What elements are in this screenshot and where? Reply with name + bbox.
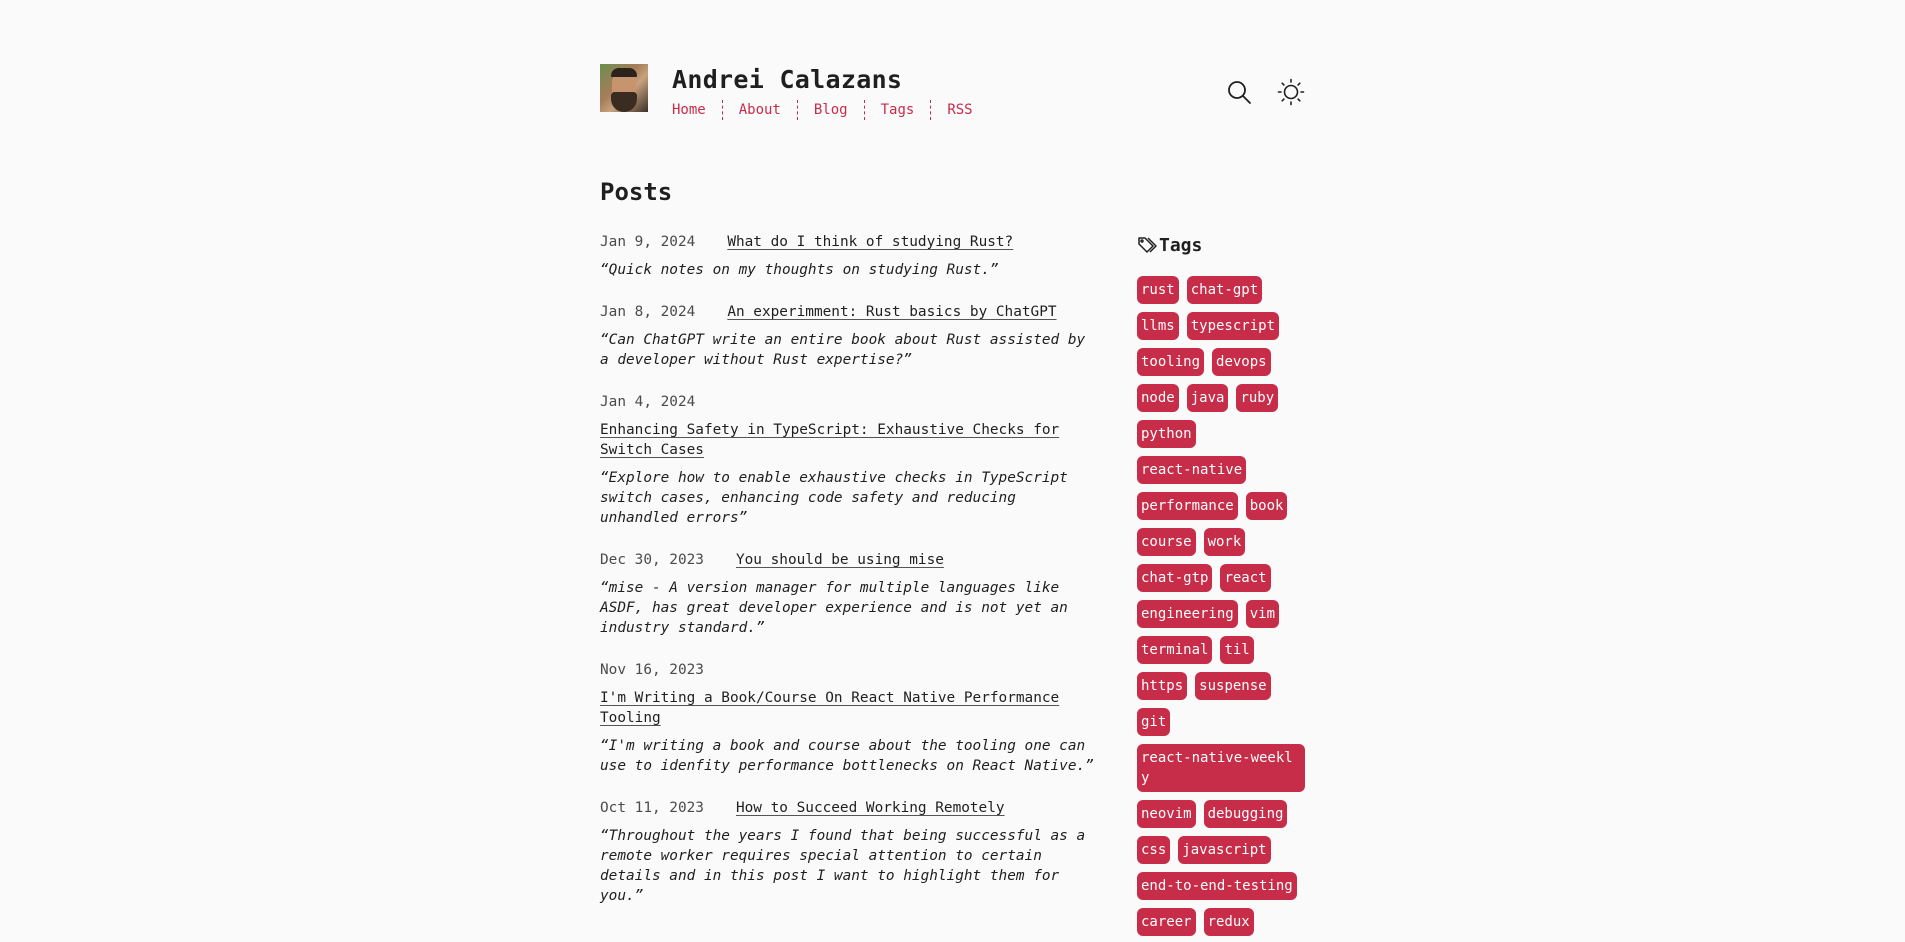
tag-link[interactable]: neovim bbox=[1137, 800, 1196, 828]
search-button[interactable] bbox=[1225, 78, 1253, 106]
tag-link[interactable]: python bbox=[1137, 420, 1196, 448]
posts-heading: Posts bbox=[600, 178, 673, 206]
tag-link[interactable]: https bbox=[1137, 672, 1188, 700]
post-description: “Throughout the years I found that being… bbox=[600, 828, 1086, 904]
post-title-link[interactable]: An experimment: Rust basics by ChatGPT bbox=[727, 304, 1056, 320]
tag-link[interactable]: suspense bbox=[1195, 672, 1271, 700]
tags-heading-label: Tags bbox=[1159, 234, 1203, 256]
tags-sidebar: Tags rust chat-gpt llms typescript tooli… bbox=[1137, 232, 1305, 936]
post-date: Oct 11, 2023 bbox=[600, 800, 704, 816]
posts-list: Jan 9, 2024 What do I think of studying R… bbox=[600, 232, 1100, 928]
post-description: “Explore how to enable exhaustive checks… bbox=[600, 470, 1068, 526]
tag-link[interactable]: terminal bbox=[1137, 636, 1213, 664]
tag-link[interactable]: chat-gpt bbox=[1186, 276, 1263, 304]
post-item: Nov 16, 2023 I'm Writing a Book/Course On… bbox=[600, 660, 1100, 776]
tag-link[interactable]: debugging bbox=[1203, 800, 1288, 828]
sun-icon bbox=[1277, 78, 1305, 106]
tag-link[interactable]: css bbox=[1137, 836, 1171, 864]
tag-link[interactable]: vim bbox=[1245, 600, 1280, 628]
site-title[interactable]: Andrei Calazans bbox=[672, 65, 902, 94]
tag-link[interactable]: redux bbox=[1203, 908, 1254, 936]
tag-link[interactable]: til bbox=[1220, 636, 1254, 664]
post-title-link[interactable]: How to Succeed Working Remotely bbox=[736, 800, 1005, 816]
tag-list: rust chat-gpt llms typescript tooling de… bbox=[1137, 276, 1305, 936]
search-icon bbox=[1228, 81, 1251, 104]
post-item: Jan 8, 2024 An experimment: Rust basics b… bbox=[600, 302, 1100, 370]
tag-link[interactable]: course bbox=[1137, 528, 1196, 556]
avatar[interactable] bbox=[600, 64, 648, 112]
post-date: Nov 16, 2023 bbox=[600, 662, 704, 678]
tag-link[interactable]: book bbox=[1245, 492, 1288, 520]
nav-tags[interactable]: Tags bbox=[863, 100, 931, 120]
nav-about[interactable]: About bbox=[721, 100, 797, 120]
header-actions bbox=[1225, 78, 1305, 106]
tag-link[interactable]: react-native bbox=[1137, 456, 1247, 484]
tag-link[interactable]: rust bbox=[1137, 276, 1179, 304]
post-description: “Quick notes on my thoughts on studying … bbox=[600, 262, 999, 278]
tag-link[interactable]: career bbox=[1137, 908, 1196, 936]
tag-link[interactable]: java bbox=[1186, 384, 1229, 412]
post-date: Jan 4, 2024 bbox=[600, 394, 696, 410]
site-header: Andrei Calazans Home About Blog Tags RSS bbox=[600, 64, 1305, 124]
post-title-link[interactable]: You should be using mise bbox=[736, 552, 944, 568]
nav-home[interactable]: Home bbox=[672, 100, 722, 120]
tag-link[interactable]: tooling bbox=[1137, 348, 1205, 376]
post-item: Jan 9, 2024 What do I think of studying R… bbox=[600, 232, 1100, 280]
post-date: Jan 8, 2024 bbox=[600, 304, 696, 320]
post-description: “I'm writing a book and course about the… bbox=[600, 738, 1094, 774]
tags-icon bbox=[1138, 237, 1157, 253]
post-date: Dec 30, 2023 bbox=[600, 552, 704, 568]
tag-link[interactable]: node bbox=[1137, 384, 1179, 412]
main-nav: Home About Blog Tags RSS bbox=[672, 100, 989, 120]
tag-link[interactable]: performance bbox=[1137, 492, 1238, 520]
post-title-link[interactable]: I'm Writing a Book/Course On React Nativ… bbox=[600, 690, 1059, 726]
post-title-link[interactable]: Enhancing Safety in TypeScript: Exhausti… bbox=[600, 422, 1059, 458]
theme-toggle-button[interactable] bbox=[1277, 78, 1305, 106]
tag-link[interactable]: git bbox=[1137, 708, 1171, 736]
post-date: Jan 9, 2024 bbox=[600, 234, 696, 250]
avatar-beard bbox=[611, 92, 637, 112]
tag-link[interactable]: engineering bbox=[1137, 600, 1238, 628]
tag-link[interactable]: devops bbox=[1212, 348, 1271, 376]
tag-link[interactable]: chat-gtp bbox=[1137, 564, 1213, 592]
post-title-link[interactable]: What do I think of studying Rust? bbox=[727, 234, 1013, 250]
post-item: Jan 4, 2024 Enhancing Safety in TypeScrip… bbox=[600, 392, 1100, 528]
post-item: Oct 11, 2023 How to Succeed Working Remot… bbox=[600, 798, 1100, 906]
nav-blog[interactable]: Blog bbox=[796, 100, 864, 120]
tag-link[interactable]: end-to-end-testing bbox=[1137, 872, 1297, 900]
tag-link[interactable]: typescript bbox=[1186, 312, 1280, 340]
nav-rss[interactable]: RSS bbox=[930, 100, 988, 120]
post-description: “Can ChatGPT write an entire book about … bbox=[600, 332, 1086, 368]
post-description: “mise - A version manager for multiple l… bbox=[600, 580, 1068, 636]
tags-heading: Tags bbox=[1137, 232, 1305, 258]
tag-link[interactable]: work bbox=[1203, 528, 1246, 556]
post-item: Dec 30, 2023 You should be using mise “mi… bbox=[600, 550, 1100, 638]
tag-link[interactable]: javascript bbox=[1178, 836, 1271, 864]
tag-link[interactable]: llms bbox=[1137, 312, 1179, 340]
tag-link[interactable]: ruby bbox=[1236, 384, 1279, 412]
tag-link[interactable]: react bbox=[1220, 564, 1271, 592]
tag-link[interactable]: react-native-weekly bbox=[1137, 744, 1305, 792]
avatar-hair bbox=[611, 68, 637, 77]
